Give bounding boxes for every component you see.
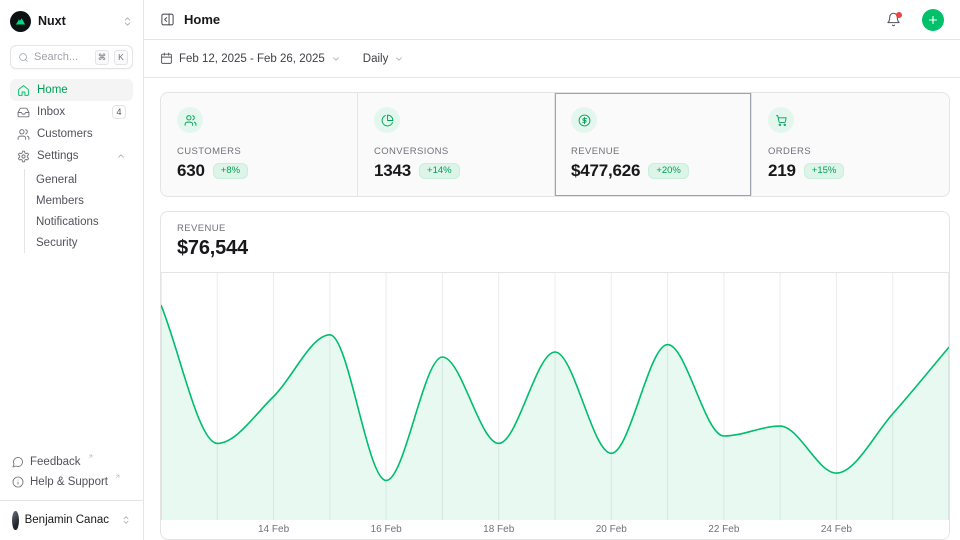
settings-submenu: General Members Notifications Security xyxy=(24,169,133,253)
sidebar-item-inbox[interactable]: Inbox 4 xyxy=(10,101,133,123)
revenue-area-chart xyxy=(161,273,949,520)
period-value: Daily xyxy=(363,53,389,65)
feedback-label: Feedback xyxy=(30,456,81,468)
search-placeholder: Search... xyxy=(34,51,90,63)
sidebar-item-home[interactable]: Home xyxy=(10,79,133,101)
external-link-icon xyxy=(114,473,121,480)
search-input[interactable]: Search... ⌘ K xyxy=(10,45,133,69)
filters-toolbar: Feb 12, 2025 - Feb 26, 2025 Daily xyxy=(144,40,960,78)
app-window: Nuxt Search... ⌘ K Home xyxy=(0,0,960,540)
nuxt-logo-icon xyxy=(10,11,31,32)
stat-label: ORDERS xyxy=(768,146,933,157)
workspace-selector[interactable]: Nuxt xyxy=(10,10,133,32)
pie-chart-icon xyxy=(374,107,400,133)
x-axis-tick: 20 Feb xyxy=(596,524,627,535)
period-select[interactable]: Daily xyxy=(363,53,405,65)
stat-delta-badge: +8% xyxy=(213,163,248,180)
page-header: Home xyxy=(144,0,960,40)
stat-value: 1343 xyxy=(374,161,411,181)
x-axis-tick: 22 Feb xyxy=(708,524,739,535)
x-axis-tick: 24 Feb xyxy=(821,524,852,535)
stat-label: CONVERSIONS xyxy=(374,146,538,157)
sidebar-item-general[interactable]: General xyxy=(36,169,133,190)
home-icon xyxy=(17,84,30,97)
divider xyxy=(0,500,143,501)
sidebar: Nuxt Search... ⌘ K Home xyxy=(0,0,144,540)
notification-dot xyxy=(896,12,902,18)
chart-canvas xyxy=(161,273,949,520)
feedback-link[interactable]: Feedback xyxy=(10,452,133,472)
sidebar-item-security[interactable]: Security xyxy=(36,232,133,253)
stat-delta-badge: +15% xyxy=(804,163,845,180)
external-link-icon xyxy=(87,453,94,460)
submenu-label: Notifications xyxy=(36,216,99,228)
chart-x-axis: 14 Feb 16 Feb 18 Feb 20 Feb 22 Feb 24 Feb xyxy=(161,520,949,539)
sidebar-item-customers[interactable]: Customers xyxy=(10,123,133,145)
workspace-name: Nuxt xyxy=(38,14,66,28)
sidebar-item-settings[interactable]: Settings xyxy=(10,145,133,167)
chart-current-value: $76,544 xyxy=(177,237,933,260)
stats-row: CUSTOMERS 630 +8% CONVERSIONS 1343 +14% xyxy=(160,92,950,197)
calendar-icon xyxy=(160,52,173,65)
help-support-link[interactable]: Help & Support xyxy=(10,472,133,492)
stat-revenue[interactable]: REVENUE $477,626 +20% xyxy=(555,93,752,196)
search-icon xyxy=(18,52,29,63)
inbox-count-badge: 4 xyxy=(112,105,126,119)
sidebar-footer: Feedback Help & Support Benjamin Canac xyxy=(10,452,133,532)
sidebar-nav: Home Inbox 4 Customers Setting xyxy=(10,79,133,253)
main-panel: Home Feb 12, 2025 - Feb 26, 2025 xyxy=(144,0,960,540)
sidebar-item-notifications[interactable]: Notifications xyxy=(36,211,133,232)
stat-value: $477,626 xyxy=(571,161,640,181)
add-button[interactable] xyxy=(922,9,944,31)
chart-header: REVENUE $76,544 xyxy=(161,212,949,273)
stat-customers[interactable]: CUSTOMERS 630 +8% xyxy=(161,93,358,196)
collapse-sidebar-button[interactable] xyxy=(160,12,175,27)
kbd-k: K xyxy=(114,50,128,65)
kbd-cmd: ⌘ xyxy=(95,50,109,65)
dashboard-content: CUSTOMERS 630 +8% CONVERSIONS 1343 +14% xyxy=(144,78,960,540)
x-axis-tick: 18 Feb xyxy=(483,524,514,535)
chevron-up-down-icon xyxy=(122,16,133,27)
cart-icon xyxy=(768,107,794,133)
sidebar-item-label: Customers xyxy=(37,128,93,140)
stat-value: 630 xyxy=(177,161,205,181)
dollar-circle-icon xyxy=(571,107,597,133)
submenu-label: General xyxy=(36,174,77,186)
gear-icon xyxy=(17,150,30,163)
date-range-value: Feb 12, 2025 - Feb 26, 2025 xyxy=(179,53,325,65)
message-bubble-icon xyxy=(12,456,24,468)
inbox-icon xyxy=(17,106,30,119)
user-menu[interactable]: Benjamin Canac xyxy=(10,508,133,532)
date-range-picker[interactable]: Feb 12, 2025 - Feb 26, 2025 xyxy=(160,52,341,65)
stat-delta-badge: +14% xyxy=(419,163,460,180)
notifications-button[interactable] xyxy=(886,12,901,27)
stat-conversions[interactable]: CONVERSIONS 1343 +14% xyxy=(358,93,555,196)
chevron-up-icon xyxy=(116,151,126,161)
stat-label: REVENUE xyxy=(571,146,735,157)
sidebar-item-label: Settings xyxy=(37,150,79,162)
submenu-label: Security xyxy=(36,237,78,249)
sidebar-item-members[interactable]: Members xyxy=(36,190,133,211)
stat-delta-badge: +20% xyxy=(648,163,689,180)
chart-kicker: REVENUE xyxy=(177,223,933,234)
chevron-down-icon xyxy=(394,54,404,64)
page-title: Home xyxy=(184,12,220,27)
user-name: Benjamin Canac xyxy=(25,514,109,526)
stat-label: CUSTOMERS xyxy=(177,146,341,157)
stat-value: 219 xyxy=(768,161,796,181)
submenu-label: Members xyxy=(36,195,84,207)
users-icon xyxy=(177,107,203,133)
x-axis-tick: 16 Feb xyxy=(371,524,402,535)
users-icon xyxy=(17,128,30,141)
x-axis-tick: 14 Feb xyxy=(258,524,289,535)
revenue-chart-card: REVENUE $76,544 14 Feb 16 Feb 18 Feb 20 Feb… xyxy=(160,211,950,540)
avatar xyxy=(12,511,19,530)
sidebar-item-label: Inbox xyxy=(37,106,65,118)
stat-orders[interactable]: ORDERS 219 +15% xyxy=(752,93,949,196)
help-support-label: Help & Support xyxy=(30,476,108,488)
info-circle-icon xyxy=(12,476,24,488)
sidebar-item-label: Home xyxy=(37,84,68,96)
chevron-down-icon xyxy=(331,54,341,64)
chevron-up-down-icon xyxy=(121,515,131,525)
